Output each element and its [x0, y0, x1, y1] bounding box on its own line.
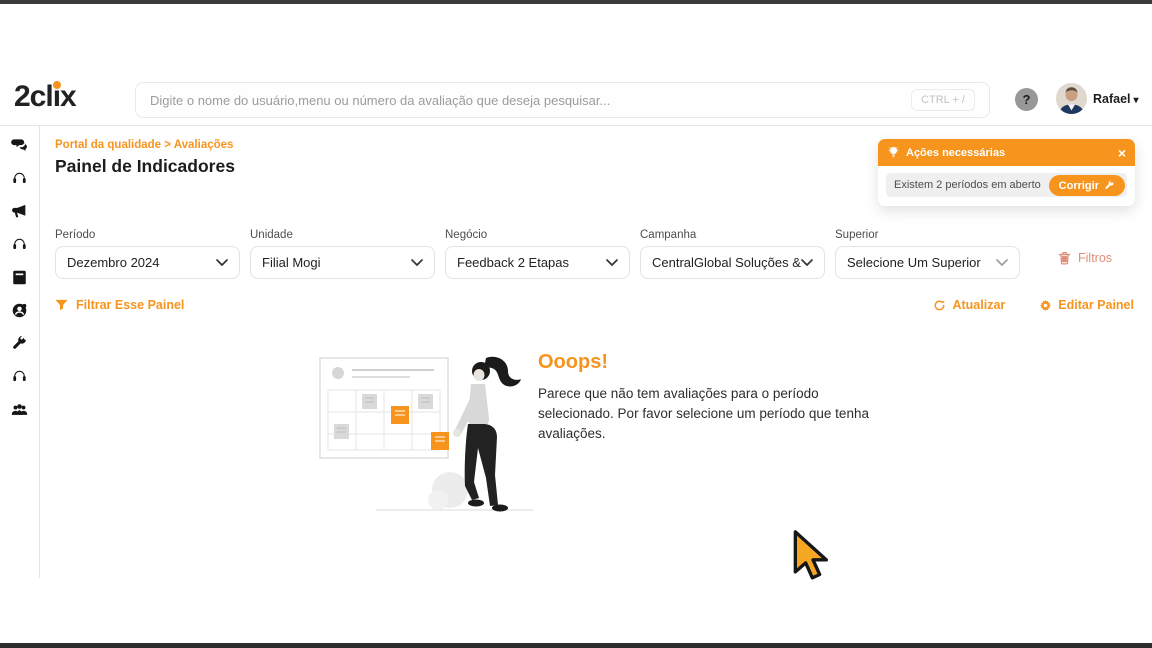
team-icon[interactable]	[11, 400, 29, 418]
periodo-select[interactable]: Dezembro 2024	[55, 246, 240, 279]
chevron-down-icon	[801, 259, 813, 267]
fix-button[interactable]: Corrigir	[1049, 175, 1125, 196]
empty-state-illustration	[318, 350, 533, 520]
brand-logo-dot	[53, 81, 61, 89]
funnel-icon	[55, 299, 68, 311]
wrench-icon[interactable]	[11, 334, 29, 352]
filter-panel-button[interactable]: Filtrar Esse Painel	[55, 298, 184, 312]
negocio-select[interactable]: Feedback 2 Etapas	[445, 246, 630, 279]
campanha-select[interactable]: CentralGlobal Soluções & F	[640, 246, 825, 279]
breadcrumb[interactable]: Portal da qualidade > Avaliações	[55, 139, 233, 151]
user-menu[interactable]: Rafael▾	[1093, 92, 1139, 106]
header-divider	[0, 125, 1152, 126]
user-settings-icon[interactable]	[11, 301, 29, 319]
global-search[interactable]: CTRL + /	[135, 82, 990, 118]
top-frame-bar	[0, 0, 1152, 4]
clear-filters-button[interactable]: Filtros	[1058, 251, 1112, 265]
field-label-superior: Superior	[835, 229, 878, 241]
empty-state-message: Parece que não tem avaliações para o per…	[538, 384, 870, 444]
journal-icon[interactable]	[11, 268, 29, 286]
chevron-down-icon: ▾	[1134, 95, 1139, 106]
periodo-value: Dezembro 2024	[67, 255, 160, 270]
help-question-icon: ?	[1023, 92, 1031, 107]
negocio-value: Feedback 2 Etapas	[457, 255, 569, 270]
mouse-cursor-icon	[792, 530, 832, 587]
page-title: Painel de Indicadores	[55, 156, 235, 177]
sidebar-nav	[0, 126, 40, 578]
field-label-negocio: Negócio	[445, 229, 487, 241]
fix-button-label: Corrigir	[1059, 180, 1099, 192]
chevron-down-icon	[411, 259, 423, 267]
megaphone-icon[interactable]	[11, 202, 29, 220]
edit-panel-label: Editar Painel	[1058, 298, 1134, 312]
brand-logo: 2clix	[14, 80, 76, 114]
headset-icon[interactable]	[11, 169, 29, 187]
panel-actions: Atualizar Editar Painel	[933, 298, 1134, 312]
superior-select[interactable]: Selecione Um Superior	[835, 246, 1020, 279]
headset-icon[interactable]	[11, 367, 29, 385]
calendar-woman-illustration	[318, 350, 533, 515]
actions-needed-header: Ações necessárias ×	[878, 139, 1135, 166]
refresh-button[interactable]: Atualizar	[933, 298, 1005, 312]
lightbulb-icon	[887, 146, 900, 159]
actions-needed-panel: Ações necessárias × Existem 2 períodos e…	[878, 139, 1135, 206]
edit-panel-button[interactable]: Editar Painel	[1039, 298, 1134, 312]
superior-value: Selecione Um Superior	[847, 255, 981, 270]
avatar[interactable]	[1056, 83, 1087, 114]
empty-state-title: Ooops!	[538, 351, 608, 374]
filter-panel-label: Filtrar Esse Painel	[76, 298, 184, 312]
chevron-down-icon	[216, 259, 228, 267]
clear-filters-label: Filtros	[1078, 251, 1112, 265]
trash-icon	[1058, 251, 1071, 265]
field-label-unidade: Unidade	[250, 229, 293, 241]
search-shortcut-hint: CTRL + /	[911, 89, 975, 111]
chevron-down-icon	[606, 259, 618, 267]
bottom-frame-bar	[0, 643, 1152, 648]
help-button[interactable]: ?	[1015, 88, 1038, 111]
unidade-value: Filial Mogi	[262, 255, 321, 270]
headset-icon[interactable]	[11, 235, 29, 253]
user-name-label: Rafael	[1093, 92, 1131, 106]
gear-icon	[1039, 299, 1052, 312]
search-input[interactable]	[150, 93, 911, 108]
chevron-down-icon	[996, 259, 1008, 267]
close-icon[interactable]: ×	[1118, 146, 1126, 160]
refresh-label: Atualizar	[952, 298, 1005, 312]
chat-icon[interactable]	[11, 136, 29, 154]
actions-needed-title: Ações necessárias	[906, 147, 1118, 159]
actions-needed-body: Existem 2 períodos em aberto Corrigir	[878, 166, 1135, 206]
unidade-select[interactable]: Filial Mogi	[250, 246, 435, 279]
brand-logo-text: 2clix	[14, 80, 76, 113]
field-label-periodo: Período	[55, 229, 95, 241]
field-label-campanha: Campanha	[640, 229, 696, 241]
campanha-value: CentralGlobal Soluções & F	[652, 255, 804, 270]
avatar-image	[1056, 83, 1087, 114]
wrench-icon	[1104, 180, 1115, 191]
refresh-icon	[933, 299, 946, 312]
